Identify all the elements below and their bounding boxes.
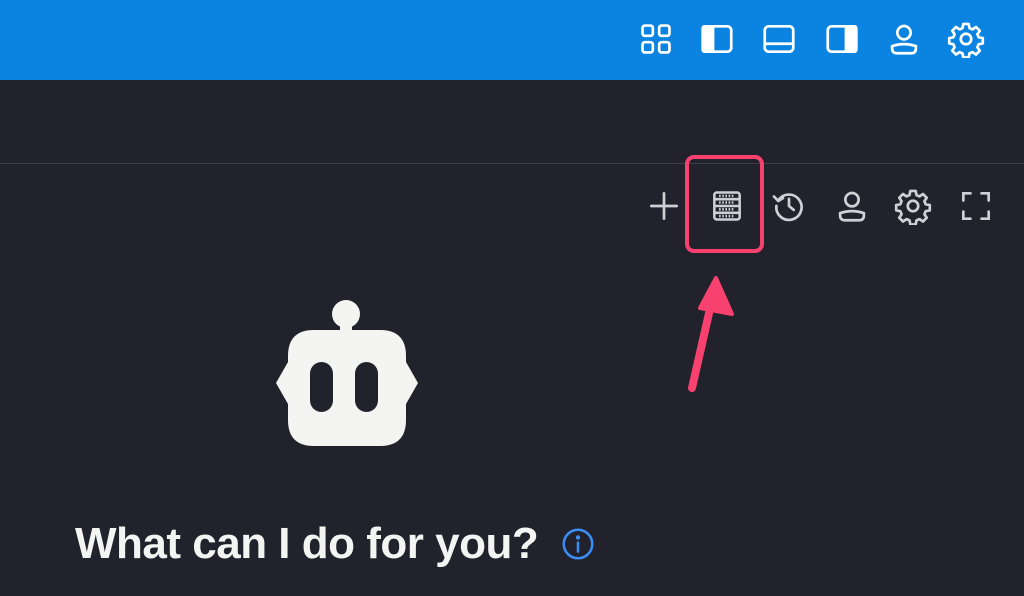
tab-area <box>0 80 1024 164</box>
account-icon[interactable] <box>882 17 926 61</box>
welcome-heading: What can I do for you? <box>75 519 539 568</box>
bottom-panel-icon[interactable] <box>757 17 801 61</box>
fullscreen-icon[interactable] <box>953 183 999 229</box>
info-icon[interactable] <box>560 526 596 562</box>
settings-icon[interactable] <box>944 17 988 61</box>
right-sidebar-icon[interactable] <box>820 17 864 61</box>
title-bar <box>0 0 1024 80</box>
grid-icon[interactable] <box>634 17 678 61</box>
plus-icon[interactable] <box>641 183 687 229</box>
account-icon[interactable] <box>829 183 875 229</box>
left-sidebar-icon[interactable] <box>695 17 739 61</box>
robot-icon <box>276 300 418 446</box>
arrow-pointer <box>688 276 734 392</box>
welcome-row: What can I do for you? <box>75 512 596 576</box>
history-icon[interactable] <box>766 183 812 229</box>
highlight-box <box>685 155 764 253</box>
settings-icon[interactable] <box>890 183 936 229</box>
